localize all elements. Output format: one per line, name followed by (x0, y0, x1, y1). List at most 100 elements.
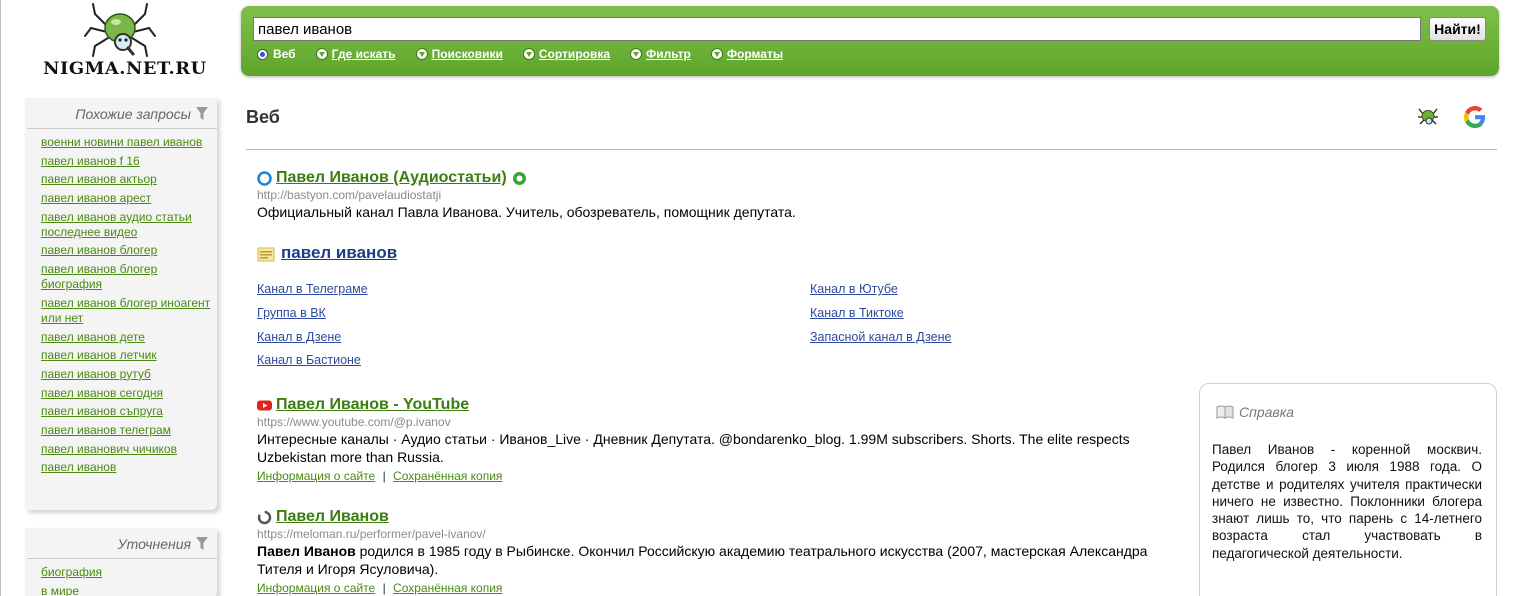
option-sorting[interactable]: Сортировка (522, 47, 611, 61)
refinements-header[interactable]: Уточнения (27, 528, 217, 559)
related-query-link[interactable]: павел иванов блогер биография (41, 262, 157, 291)
option-filter[interactable]: Фильтр (630, 47, 691, 61)
result-title-row: Павел Иванов (Аудиостатьи) (257, 169, 1187, 187)
section-heading: Веб (246, 107, 280, 127)
related-query-link[interactable]: павел иванов съпруга (41, 404, 163, 418)
related-queries-header[interactable]: Похожие запросы (27, 98, 217, 129)
filter-funnel-icon[interactable] (196, 537, 208, 551)
cached-copy-link[interactable]: Сохранённая копия (393, 469, 502, 483)
option-engines-label: Поисковики (431, 47, 503, 61)
related-query-link[interactable]: павел иванов арест (41, 191, 151, 205)
nigma-engine-icon[interactable] (1417, 106, 1439, 126)
list-item: павел иванов актьор (41, 172, 217, 187)
result-title-link[interactable]: Павел Иванов (276, 508, 389, 526)
list-item: павел иванов аудио статьи последнее виде… (41, 210, 217, 240)
search-input[interactable] (253, 17, 1421, 41)
result-title-link[interactable]: Павел Иванов - YouTube (276, 396, 469, 414)
list-item: павел иванов телеграм (41, 423, 217, 438)
open-book-icon (1216, 405, 1234, 419)
option-web-label: Веб (273, 47, 296, 61)
related-query-link[interactable]: павел иванов летчик (41, 348, 157, 362)
related-query-link[interactable]: павел иванов дете (41, 330, 145, 344)
search-button[interactable]: Найти! (1429, 17, 1486, 41)
search-result: Павел Иванов https://meloman.ru/performe… (257, 508, 1187, 595)
option-web[interactable]: Веб (257, 47, 296, 61)
feed-title-link[interactable]: павел иванов (281, 243, 397, 263)
related-query-link[interactable]: военни новини павел иванов (41, 135, 202, 149)
spider-logo-icon (84, 3, 156, 57)
related-query-link[interactable]: павел иванов рутуб (41, 367, 151, 381)
feed-link-dzen[interactable]: Канал в Дзене (257, 330, 341, 344)
related-query-link[interactable]: павел иванов f 16 (41, 154, 140, 168)
dropdown-arrow-icon (315, 48, 328, 60)
separator: | (382, 581, 386, 595)
feed-link-youtube[interactable]: Канал в Ютубе (810, 282, 898, 296)
list-item: павел иванов рутуб (41, 367, 217, 382)
result-title-link[interactable]: Павел Иванов (Аудиостатьи) (276, 169, 507, 187)
related-query-link[interactable]: павел иванов актьор (41, 172, 157, 186)
related-query-link[interactable]: павел иванович чичиков (41, 442, 177, 456)
feed-link-telegram[interactable]: Канал в Телеграме (257, 282, 368, 296)
filter-funnel-icon[interactable] (196, 107, 208, 121)
dropdown-arrow-icon (710, 48, 723, 60)
related-query-link[interactable]: павел иванов блогер (41, 243, 157, 257)
refinements-list: биография в мире (25, 559, 217, 596)
list-item: биография (41, 565, 217, 580)
separator: | (382, 469, 386, 483)
cached-copy-link[interactable]: Сохранённая копия (393, 581, 502, 595)
refinements-title: Уточнения (117, 536, 191, 552)
reference-text: Павел Иванов - коренной москвич. Родился… (1212, 442, 1482, 561)
result-actions: Информация о сайте | Сохранённая копия (257, 469, 1187, 483)
result-url: https://www.youtube.com/@p.ivanov (257, 415, 451, 429)
snippet-text: родился в 1985 году в Рыбинске. Окончил … (257, 543, 1148, 577)
feed-link-vk[interactable]: Группа в ВК (257, 306, 326, 320)
related-query-link[interactable]: павел иванов аудио статьи последнее виде… (41, 210, 192, 239)
related-query-link[interactable]: павел иванов блогер иноагент или нет (41, 296, 210, 325)
related-queries-title: Похожие запросы (75, 106, 191, 122)
list-item: павел иванов (41, 460, 217, 475)
list-item: павел иванов сегодня (41, 386, 217, 401)
related-query-link[interactable]: павел иванов (41, 460, 116, 474)
list-item: павел иванов блогер (41, 243, 217, 258)
option-where-label: Где искать (331, 47, 396, 61)
search-options: Веб Где искать Поисковики Сортировка Фил… (257, 47, 803, 61)
site-info-link[interactable]: Информация о сайте (257, 581, 375, 595)
feed-link-tiktok[interactable]: Канал в Тиктоке (810, 306, 904, 320)
snippet-highlight: Павел Иванов (257, 543, 356, 559)
list-item: павел иванов дете (41, 330, 217, 345)
search-panel: Найти! Веб Где искать Поисковики Сортиро… (241, 6, 1499, 76)
option-search-engines[interactable]: Поисковики (415, 47, 503, 61)
related-queries-box: Похожие запросы военни новини павел иван… (25, 98, 217, 510)
list-item: павел иванов f 16 (41, 154, 217, 169)
radio-selected-icon[interactable] (257, 48, 268, 60)
list-item: павел иванов арест (41, 191, 217, 206)
result-snippet: Официальный канал Павла Иванова. Учитель… (257, 204, 796, 220)
reference-header: Справка (1216, 404, 1294, 420)
list-item: павел иванович чичиков (41, 442, 217, 457)
option-filter-label: Фильтр (646, 47, 691, 61)
search-result: Павел Иванов - YouTube https://www.youtu… (257, 396, 1187, 483)
option-formats[interactable]: Форматы (710, 47, 783, 61)
related-query-link[interactable]: павел иванов сегодня (41, 386, 163, 400)
feed-link-dzen-backup[interactable]: Запасной канал в Дзене (810, 330, 952, 344)
site-info-link[interactable]: Информация о сайте (257, 469, 375, 483)
nigma-logo[interactable]: NIGMA.NET.RU (43, 0, 206, 84)
related-query-link[interactable]: павел иванов телеграм (41, 423, 171, 437)
list-item: военни новини павел иванов (41, 135, 217, 150)
dropdown-arrow-icon (415, 48, 428, 60)
google-icon[interactable] (1464, 106, 1486, 128)
result-title-row: Павел Иванов (257, 508, 1187, 526)
result-snippet: Павел Иванов родился в 1985 году в Рыбин… (257, 543, 1177, 578)
result-actions: Информация о сайте | Сохранённая копия (257, 581, 1187, 595)
search-result: Павел Иванов (Аудиостатьи) http://bastyo… (257, 169, 1187, 222)
option-sorting-label: Сортировка (538, 47, 611, 61)
feed-link-bastion[interactable]: Канал в Бастионе (257, 353, 361, 367)
divider (246, 149, 1497, 150)
refinement-link[interactable]: в мире (41, 584, 79, 596)
related-queries-list: военни новини павел иванов павел иванов … (25, 129, 217, 475)
list-item: в мире (41, 584, 217, 596)
reference-title: Справка (1239, 404, 1295, 420)
option-where-to-search[interactable]: Где искать (315, 47, 396, 61)
refinement-link[interactable]: биография (41, 565, 102, 579)
result-snippet: Интересные каналы · Аудио статьи · Ивано… (257, 431, 1130, 465)
